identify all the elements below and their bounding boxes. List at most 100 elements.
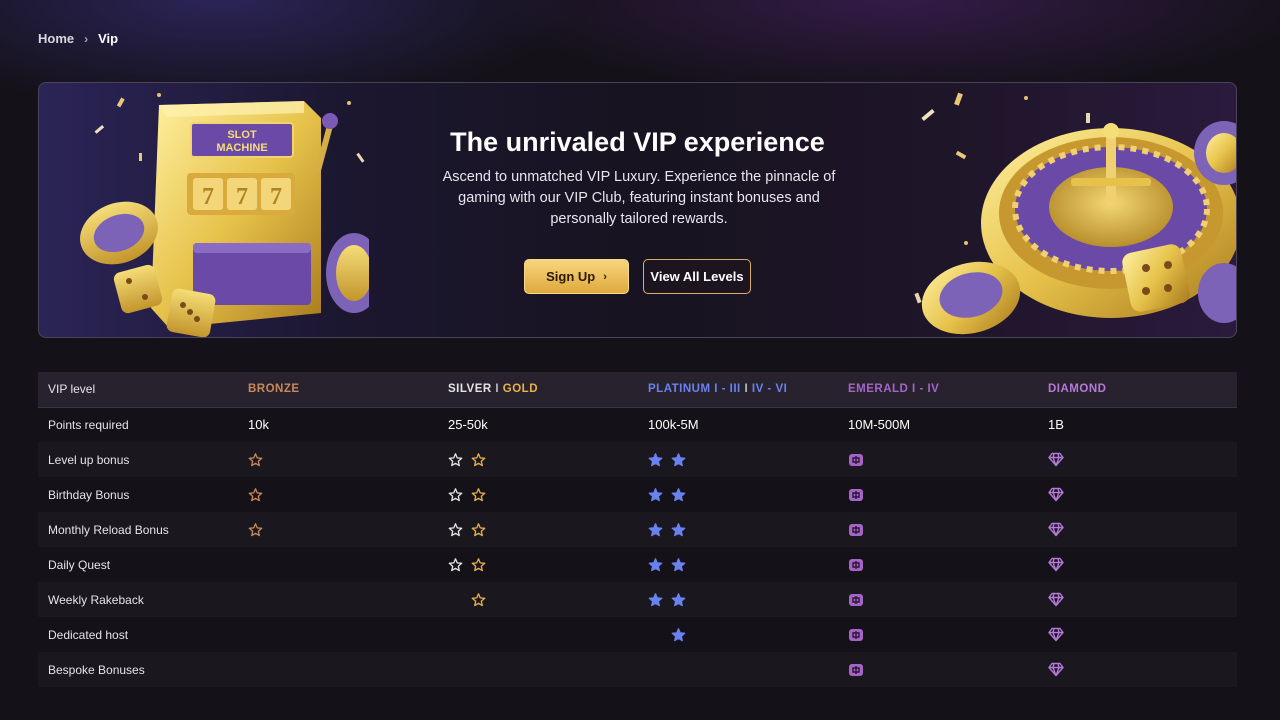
- vip-levels-table: VIP level BRONZE SILVER I GOLD PLATINUM …: [38, 372, 1237, 687]
- gold-star-outline-icon: [471, 592, 486, 606]
- cell-platinum: [638, 477, 838, 512]
- table-header-row: VIP level BRONZE SILVER I GOLD PLATINUM …: [38, 372, 1237, 408]
- cell-silver-gold: [438, 512, 638, 547]
- cell-bronze: [238, 617, 438, 652]
- cell-silver-gold: [438, 652, 638, 687]
- diamond-icon: [1048, 662, 1064, 677]
- cell-emerald: [838, 477, 1038, 512]
- feature-label: Birthday Bonus: [48, 487, 130, 502]
- platinum-star-filled-icon: [671, 487, 686, 501]
- platinum-star-filled-icon: [671, 452, 686, 466]
- chevron-right-icon: ›: [84, 31, 89, 46]
- svg-text:7: 7: [236, 184, 248, 210]
- feature-label: Level up bonus: [48, 452, 130, 467]
- feature-label: Monthly Reload Bonus: [48, 522, 169, 537]
- table-row: Bespoke Bonuses: [38, 652, 1237, 687]
- header-vip-level: VIP level: [38, 372, 238, 408]
- platinum-star-filled-icon: [671, 522, 686, 536]
- bronze-star-outline-icon: [248, 452, 263, 466]
- header-silver-gold: SILVER I GOLD: [438, 372, 638, 408]
- platinum-star-filled-icon: [671, 592, 686, 606]
- platinum-star-filled-icon: [671, 627, 686, 641]
- platinum-star-filled-icon: [648, 557, 663, 571]
- header-gold: GOLD: [502, 383, 539, 396]
- emerald-gem-icon: [849, 593, 863, 606]
- cell-emerald: [838, 617, 1038, 652]
- platinum-star-filled-icon: [671, 557, 686, 571]
- cell-silver-gold: [438, 477, 638, 512]
- feature-label: Daily Quest: [48, 557, 111, 572]
- silver-star-outline-icon: [448, 487, 463, 501]
- gold-star-outline-icon: [471, 557, 486, 571]
- table-row: Weekly Rakeback: [38, 582, 1237, 617]
- cell-silver-gold: [438, 547, 638, 582]
- feature-label: Bespoke Bonuses: [48, 662, 145, 677]
- emerald-gem-icon: [849, 663, 863, 676]
- diamond-icon: [1048, 627, 1064, 642]
- cell-emerald: [838, 547, 1038, 582]
- diamond-icon: [1048, 452, 1064, 467]
- silver-star-outline-icon: [448, 557, 463, 571]
- gold-star-outline-icon: [471, 522, 486, 536]
- feature-label: Weekly Rakeback: [48, 592, 144, 607]
- cell-diamond: [1038, 617, 1237, 652]
- points-silver-gold: 25-50k: [448, 417, 488, 433]
- points-platinum: 100k-5M: [648, 417, 699, 433]
- cell-diamond: [1038, 652, 1237, 687]
- cell-platinum: [638, 547, 838, 582]
- cell-platinum: [638, 617, 838, 652]
- cell-bronze: [238, 582, 438, 617]
- cell-diamond: [1038, 477, 1237, 512]
- cell-bronze: [238, 477, 438, 512]
- roulette-illustration: [914, 92, 1236, 335]
- header-platinum-b: IV - VI: [751, 383, 788, 396]
- header-platinum: PLATINUM I - III I IV - VI: [638, 372, 838, 408]
- bronze-star-outline-icon: [248, 522, 263, 536]
- header-silver: SILVER: [448, 383, 492, 396]
- points-label: Points required: [48, 417, 129, 432]
- table-row: Dedicated host: [38, 617, 1237, 652]
- feature-label: Dedicated host: [48, 627, 129, 642]
- cell-bronze: [238, 512, 438, 547]
- header-diamond: DIAMOND: [1038, 372, 1237, 408]
- table-row: Monthly Reload Bonus: [38, 512, 1237, 547]
- sign-up-button[interactable]: Sign Up ›: [524, 259, 629, 294]
- cell-diamond: [1038, 547, 1237, 582]
- breadcrumb-home-link[interactable]: Home: [38, 31, 74, 46]
- cell-emerald: [838, 442, 1038, 477]
- cell-bronze: [238, 442, 438, 477]
- emerald-gem-icon: [849, 558, 863, 571]
- diamond-icon: [1048, 522, 1064, 537]
- emerald-gem-icon: [849, 488, 863, 501]
- svg-text:7: 7: [270, 184, 282, 210]
- table-row: Birthday Bonus: [38, 477, 1237, 512]
- points-diamond: 1B: [1048, 417, 1064, 433]
- platinum-star-filled-icon: [648, 592, 663, 606]
- points-emerald: 10M-500M: [848, 417, 911, 433]
- silver-star-outline-icon: [448, 452, 463, 466]
- view-all-levels-button[interactable]: View All Levels: [643, 259, 751, 294]
- diamond-icon: [1048, 487, 1064, 502]
- sign-up-label: Sign Up: [546, 269, 596, 284]
- chevron-right-icon: ›: [603, 270, 607, 283]
- diamond-icon: [1048, 557, 1064, 572]
- cell-silver-gold: [438, 442, 638, 477]
- header-platinum-separator: I: [744, 383, 749, 396]
- header-bronze: BRONZE: [238, 372, 438, 408]
- cell-diamond: [1038, 582, 1237, 617]
- platinum-star-filled-icon: [648, 522, 663, 536]
- table-row-points: Points required 10k 25-50k 100k-5M 10M-5…: [38, 407, 1237, 442]
- table-row: Daily Quest: [38, 547, 1237, 582]
- cell-bronze: [238, 547, 438, 582]
- points-bronze: 10k: [248, 417, 269, 433]
- emerald-gem-icon: [849, 453, 863, 466]
- cell-emerald: [838, 652, 1038, 687]
- platinum-star-filled-icon: [648, 452, 663, 466]
- cell-silver-gold: [438, 617, 638, 652]
- emerald-gem-icon: [849, 523, 863, 536]
- cell-platinum: [638, 582, 838, 617]
- cell-diamond: [1038, 442, 1237, 477]
- cell-silver-gold: [438, 582, 638, 617]
- header-platinum-a: PLATINUM I - III: [648, 383, 741, 396]
- cell-diamond: [1038, 512, 1237, 547]
